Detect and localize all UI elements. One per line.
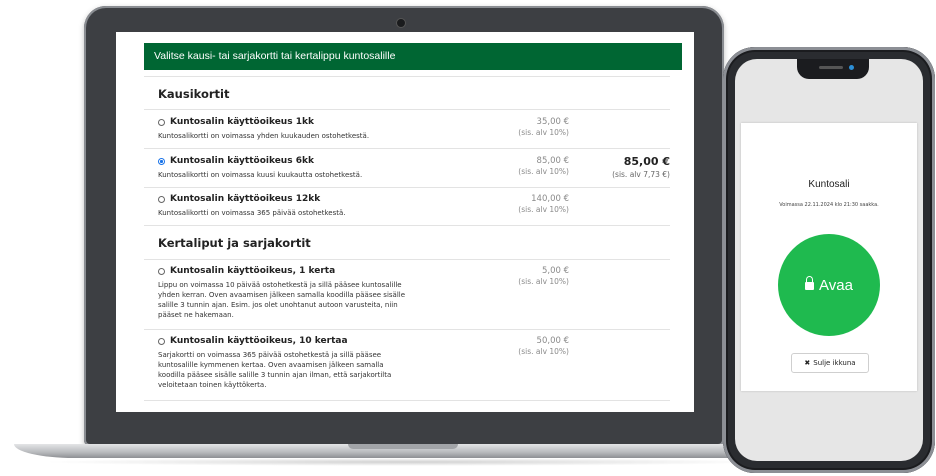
lock-icon xyxy=(805,276,815,290)
price-vat: (sis. alv 10%) xyxy=(518,205,569,214)
camera-icon xyxy=(396,18,406,28)
close-button-label: Sulje ikkuna xyxy=(813,359,856,367)
item-price: 35,00 € (sis. alv 10%) xyxy=(495,117,569,137)
option-1-kerta[interactable]: Kuntosalin käyttöoikeus, 1 kerta xyxy=(158,266,670,276)
item-price: 85,00 € (sis. alv 10%) xyxy=(495,156,569,176)
item-name: Kuntosalin käyttöoikeus, 10 kertaa xyxy=(170,336,348,346)
price-value: 140,00 € xyxy=(531,194,569,204)
list-item[interactable]: Kuntosalin käyttöoikeus, 1 kerta Lippu o… xyxy=(158,266,670,320)
laptop-shadow xyxy=(40,458,770,466)
price-vat: (sis. alv 10%) xyxy=(518,277,569,286)
option-10-kertaa[interactable]: Kuntosalin käyttöoikeus, 10 kertaa xyxy=(158,336,670,346)
option-12kk[interactable]: Kuntosalin käyttöoikeus 12kk xyxy=(158,194,670,204)
list-item[interactable]: Kuntosalin käyttöoikeus 1kk Kuntosalikor… xyxy=(158,117,670,141)
radio-button[interactable] xyxy=(158,267,165,275)
modal-title: Kuntosali xyxy=(808,179,850,190)
divider xyxy=(144,329,670,330)
item-price: 5,00 € (sis. alv 10%) xyxy=(495,266,569,286)
phone-camera-icon xyxy=(849,65,854,70)
price-value: 85,00 € xyxy=(536,156,569,166)
page-header: Valitse kausi- tai sarjakortti tai kerta… xyxy=(144,43,682,70)
item-description: Kuntosalikortti on voimassa yhden kuukau… xyxy=(158,132,370,140)
section-title-kausikortit: Kausikortit xyxy=(158,87,230,101)
radio-button[interactable] xyxy=(158,118,165,126)
item-name: Kuntosalin käyttöoikeus 6kk xyxy=(170,156,314,166)
divider xyxy=(144,109,670,110)
price-vat: (sis. alv 10%) xyxy=(518,347,569,356)
item-name: Kuntosalin käyttöoikeus 12kk xyxy=(170,194,321,204)
open-button-label: Avaa xyxy=(819,276,853,294)
divider xyxy=(144,259,670,260)
speaker-icon xyxy=(819,66,843,69)
phone-notch xyxy=(797,59,869,79)
laptop-screen: Valitse kausi- tai sarjakortti tai kerta… xyxy=(116,32,694,412)
divider xyxy=(144,400,670,401)
price-value: 35,00 € xyxy=(536,117,569,127)
item-description: Kuntosalikortti on voimassa kuusi kuukau… xyxy=(158,171,363,179)
close-window-button[interactable]: ✖ Sulje ikkuna xyxy=(791,353,869,373)
divider xyxy=(144,225,670,226)
divider xyxy=(144,148,670,149)
item-name: Kuntosalin käyttöoikeus, 1 kerta xyxy=(170,266,336,276)
validity-text: Voimassa 22.11.2024 klo 21:30 saakka. xyxy=(779,202,879,208)
radio-button[interactable] xyxy=(158,337,165,345)
item-price: 50,00 € (sis. alv 10%) xyxy=(495,336,569,356)
section-title-kertaliput: Kertaliput ja sarjakortit xyxy=(158,236,311,250)
option-1kk[interactable]: Kuntosalin käyttöoikeus 1kk xyxy=(158,117,670,127)
phone-screen: Kuntosali Voimassa 22.11.2024 klo 21:30 … xyxy=(735,59,923,461)
price-vat: (sis. alv 10%) xyxy=(518,167,569,176)
x-icon: ✖ xyxy=(804,359,811,367)
item-price: 140,00 € (sis. alv 10%) xyxy=(495,194,569,214)
radio-button[interactable] xyxy=(158,195,165,203)
laptop-notch xyxy=(348,444,458,449)
total-vat: (sis. alv 7,73 €) xyxy=(612,170,670,179)
divider xyxy=(144,76,670,77)
divider xyxy=(144,187,670,188)
phone-frame: Kuntosali Voimassa 22.11.2024 klo 21:30 … xyxy=(723,47,935,473)
item-name: Kuntosalin käyttöoikeus 1kk xyxy=(170,117,314,127)
item-description: Lippu on voimassa 10 päivää ostohetkestä… xyxy=(158,281,406,319)
price-value: 50,00 € xyxy=(536,336,569,346)
total-amount: 85,00 € xyxy=(623,155,670,168)
item-description: Kuntosalikortti on voimassa 365 päivää o… xyxy=(158,209,346,217)
order-total: 85,00 € (sis. alv 7,73 €) xyxy=(590,155,670,179)
item-description: Sarjakortti on voimassa 365 päivää ostoh… xyxy=(158,351,392,389)
open-door-button[interactable]: Avaa xyxy=(778,234,880,336)
radio-button-selected[interactable] xyxy=(158,157,165,165)
door-modal: Kuntosali Voimassa 22.11.2024 klo 21:30 … xyxy=(741,123,917,391)
list-item[interactable]: Kuntosalin käyttöoikeus, 10 kertaa Sarja… xyxy=(158,336,670,390)
list-item[interactable]: Kuntosalin käyttöoikeus 12kk Kuntosaliko… xyxy=(158,194,670,218)
price-value: 5,00 € xyxy=(541,266,569,276)
price-vat: (sis. alv 10%) xyxy=(518,128,569,137)
